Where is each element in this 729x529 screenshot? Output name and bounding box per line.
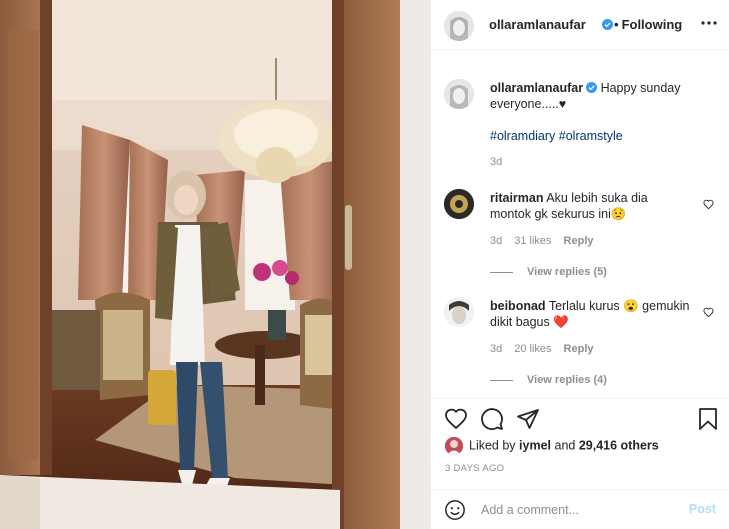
liker-avatar[interactable] xyxy=(445,437,463,455)
comment-row: beibonad Terlalu kurus 😮 gemukin dikit b… xyxy=(444,297,714,397)
comment-like-heart-icon[interactable] xyxy=(703,307,714,318)
comment-avatar[interactable] xyxy=(444,189,474,219)
comment-reply-button[interactable]: Reply xyxy=(564,235,594,247)
view-replies-button[interactable]: View replies (5) xyxy=(490,266,607,278)
comment-input[interactable] xyxy=(481,500,681,520)
follow-status-label: Following xyxy=(621,17,683,32)
comment-text-block: ritairman Aku lebih suka dia montok gk s… xyxy=(490,190,690,222)
save-bookmark-icon[interactable] xyxy=(696,407,720,431)
caption-row: ollaramlanaufar Happy sunday everyone...… xyxy=(444,79,714,179)
like-heart-icon[interactable] xyxy=(444,407,468,431)
comment-meta: 3d 20 likes Reply xyxy=(490,343,606,355)
comments-list[interactable]: ollaramlanaufar Happy sunday everyone...… xyxy=(431,51,729,398)
post-photo[interactable] xyxy=(0,0,430,529)
post-actions: Liked by iymel and 29,416 others 3 DAYS … xyxy=(431,398,729,488)
separator-dot: • xyxy=(614,17,619,32)
comment-username[interactable]: beibonad xyxy=(490,299,546,313)
likes-summary[interactable]: Liked by iymel and 29,416 others xyxy=(445,437,659,455)
likes-prefix: Liked by xyxy=(469,438,516,453)
comment-text-block: beibonad Terlalu kurus 😮 gemukin dikit b… xyxy=(490,298,690,330)
post-side-panel: ollaramlanaufar • Following ollaramlanauf xyxy=(430,0,729,529)
comment-age: 3d xyxy=(490,235,503,247)
view-replies-button[interactable]: View replies (4) xyxy=(490,374,607,386)
post-comment-button[interactable]: Post xyxy=(689,502,716,516)
more-options-icon[interactable] xyxy=(700,14,718,32)
comment-likes-count[interactable]: 20 likes xyxy=(514,343,551,355)
comment-row: ritairman Aku lebih suka dia montok gk s… xyxy=(444,189,714,289)
caption-author-avatar[interactable] xyxy=(444,79,474,109)
liker-username[interactable]: iymel xyxy=(519,438,551,452)
likes-joiner: and xyxy=(554,438,576,453)
caption-username[interactable]: ollaramlanaufar xyxy=(490,81,583,95)
comment-like-heart-icon[interactable] xyxy=(703,199,714,210)
caption-hashtags[interactable]: #olramdiary #olramstyle xyxy=(490,128,623,144)
add-comment-bar: Post xyxy=(431,489,729,529)
comment-likes-count[interactable]: 31 likes xyxy=(514,235,551,247)
view-replies-label: View replies (4) xyxy=(527,374,607,386)
view-replies-line xyxy=(490,379,513,381)
comment-avatar[interactable] xyxy=(444,297,474,327)
share-paper-plane-icon[interactable] xyxy=(516,407,540,431)
likes-others-count[interactable]: 29,416 others xyxy=(579,438,659,452)
emoji-smiley-icon[interactable] xyxy=(444,499,466,521)
view-replies-line xyxy=(490,271,513,273)
comment-meta: 3d 31 likes Reply xyxy=(490,235,606,247)
caption-age: 3d xyxy=(490,156,503,168)
post-timestamp[interactable]: 3 DAYS AGO xyxy=(445,463,504,474)
comment-age: 3d xyxy=(490,343,503,355)
post-photo-illustration xyxy=(0,0,430,529)
author-avatar[interactable] xyxy=(444,11,474,41)
view-replies-label: View replies (5) xyxy=(527,266,607,278)
verified-badge-icon xyxy=(602,19,613,30)
comment-reply-button[interactable]: Reply xyxy=(564,343,594,355)
comment-bubble-icon[interactable] xyxy=(480,407,504,431)
author-username[interactable]: ollaramlanaufar xyxy=(489,17,586,32)
caption-verified-badge-icon xyxy=(586,82,598,93)
post-header: ollaramlanaufar • Following xyxy=(431,0,729,50)
comment-username[interactable]: ritairman xyxy=(490,191,544,205)
follow-status-button[interactable]: • Following xyxy=(614,17,682,32)
caption-text-block: ollaramlanaufar Happy sunday everyone...… xyxy=(490,80,690,112)
